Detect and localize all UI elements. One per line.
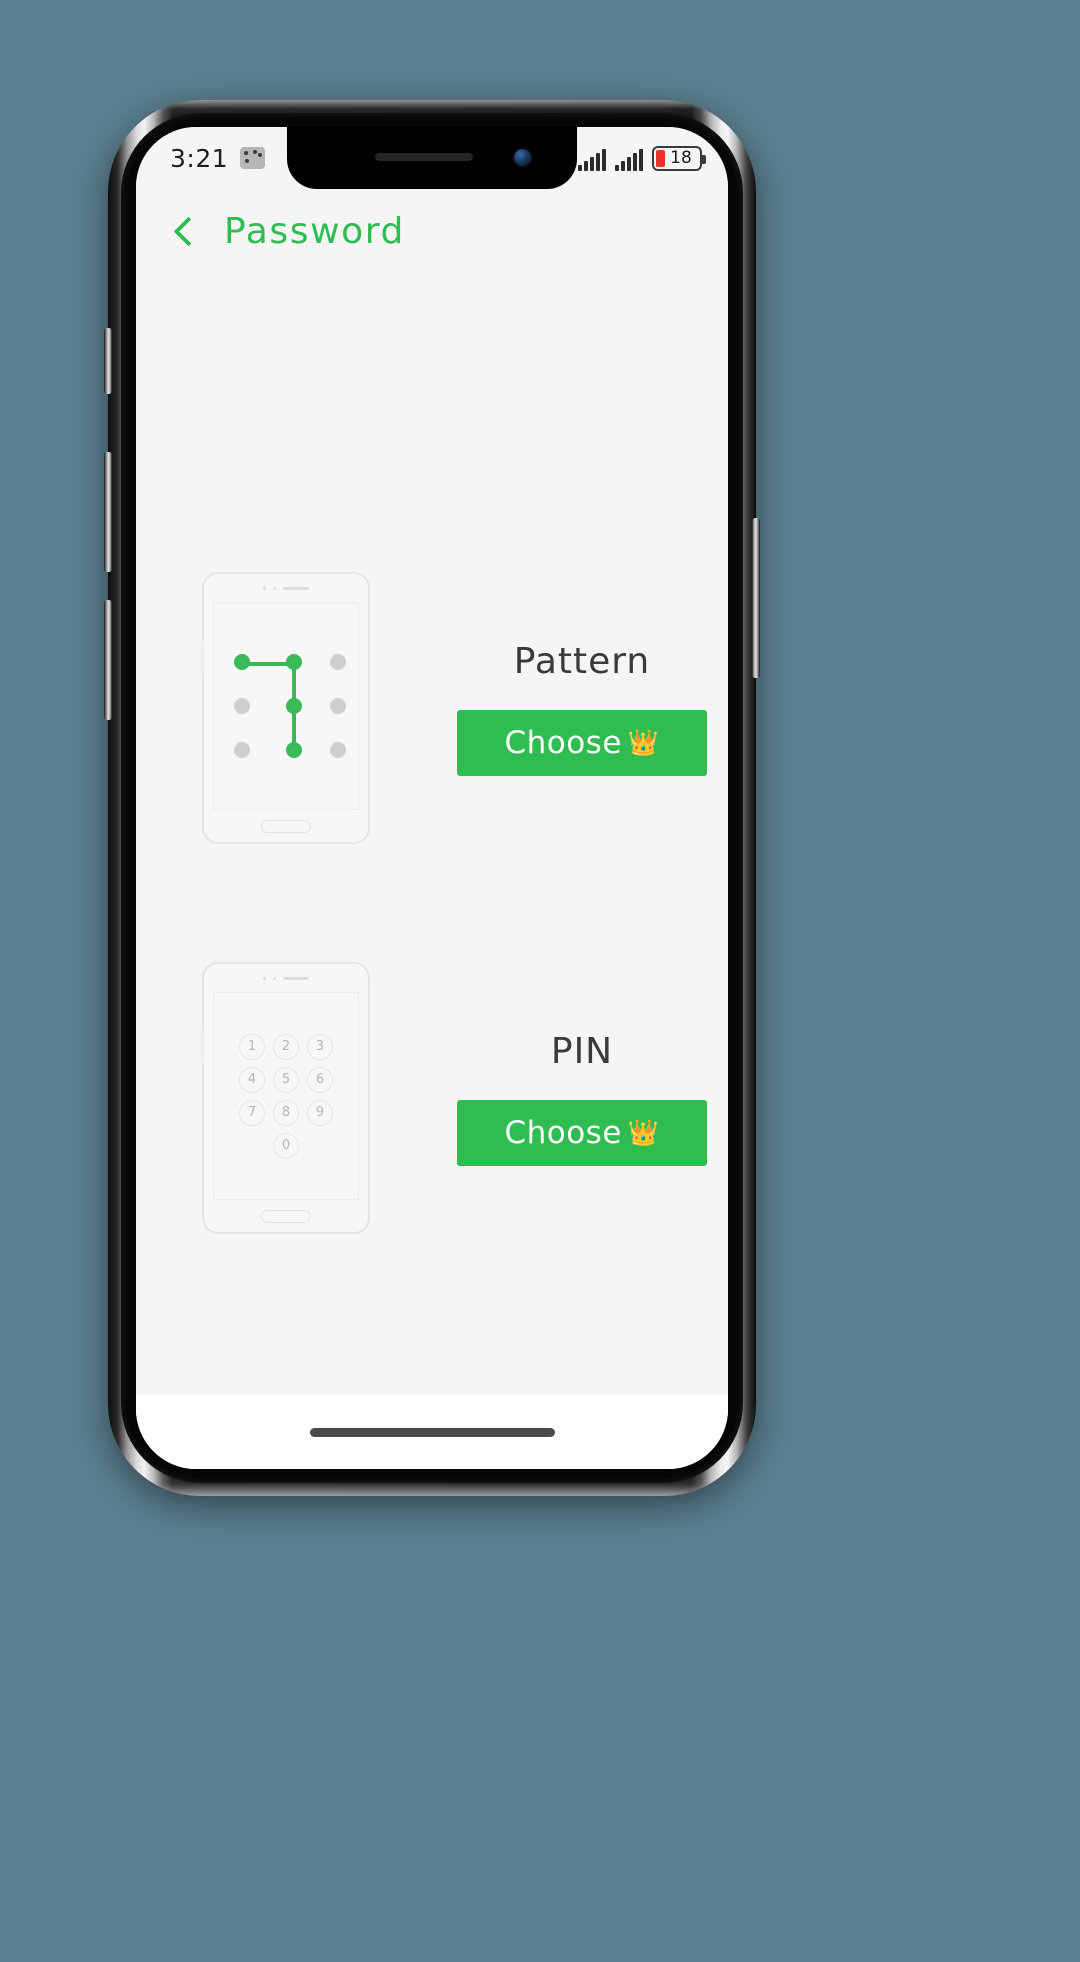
status-clock: 3:21 xyxy=(170,143,229,173)
earpiece-speaker-icon xyxy=(375,153,473,161)
home-indicator-bar[interactable] xyxy=(309,1427,555,1437)
device-screen: 3:21 18 Password Pattern Choose 👑 1 2 3 … xyxy=(136,127,728,1469)
pattern-dot-0 xyxy=(234,654,250,670)
pattern-dot-2 xyxy=(330,654,346,670)
pin-label: PIN xyxy=(550,1030,614,1072)
keypad-key-5: 5 xyxy=(273,1066,299,1093)
choose-pattern-label: Choose xyxy=(504,724,622,761)
pin-keypad-illustration: 1 2 3 4 5 6 7 8 9 0 xyxy=(201,962,370,1234)
option-row-pin: 1 2 3 4 5 6 7 8 9 0 PIN Choose 👑 xyxy=(136,953,728,1243)
keypad-row-2: 4 5 6 xyxy=(228,1066,344,1093)
keypad-key-2: 2 xyxy=(273,1033,299,1060)
mute-switch-button[interactable] xyxy=(104,328,112,394)
keypad-row-4: 0 xyxy=(228,1132,344,1159)
pattern-dot-1 xyxy=(286,654,302,670)
page-title: Password xyxy=(224,210,405,252)
keypad-key-4: 4 xyxy=(239,1066,265,1093)
keypad-key-0: 0 xyxy=(273,1132,299,1159)
mock-phone-top xyxy=(204,964,368,992)
mock-phone-screen xyxy=(213,602,359,810)
choose-pin-label: Choose xyxy=(504,1114,622,1151)
keypad-key-8: 8 xyxy=(273,1099,299,1126)
app-root: 3:21 18 Password Pattern Choose 👑 1 2 3 … xyxy=(136,127,728,1469)
pattern-dot-3 xyxy=(234,698,250,714)
signal-bars-icon-secondary xyxy=(615,148,643,171)
device-notch xyxy=(287,127,577,189)
crown-icon: 👑 xyxy=(627,728,660,757)
pattern-dot-8 xyxy=(330,742,346,758)
phone-device-mockup: 3:21 18 Password Pattern Choose 👑 1 2 3 … xyxy=(104,100,760,1496)
pattern-text-column: Pattern Choose 👑 xyxy=(436,641,728,776)
power-button[interactable] xyxy=(752,518,760,678)
mock-phone-top xyxy=(204,574,368,602)
volume-up-button[interactable] xyxy=(104,452,112,572)
pattern-dot-grid xyxy=(234,654,346,758)
keypad-key-6: 6 xyxy=(307,1066,333,1093)
choose-pin-button[interactable]: Choose 👑 xyxy=(457,1099,707,1166)
battery-percent-label: 18 xyxy=(670,148,692,168)
pattern-dot-7 xyxy=(286,742,302,758)
content-area: Pattern Choose 👑 1 2 3 4 5 6 7 8 9 0 PIN… xyxy=(136,273,728,1395)
keypad-key-1: 1 xyxy=(239,1033,265,1060)
app-bar: Password xyxy=(136,189,728,273)
keypad-row-3: 7 8 9 xyxy=(228,1099,344,1126)
option-row-pattern: Pattern Choose 👑 xyxy=(136,563,728,853)
crown-icon: 👑 xyxy=(627,1118,660,1147)
keypad-key-7: 7 xyxy=(239,1099,265,1126)
volume-down-button[interactable] xyxy=(104,600,112,720)
pattern-label: Pattern xyxy=(513,640,651,682)
pattern-lock-illustration xyxy=(201,572,370,844)
status-bar-left: 3:21 xyxy=(170,143,266,173)
battery-icon: 18 xyxy=(652,145,706,171)
keypad-key-3: 3 xyxy=(307,1033,333,1060)
choose-pattern-button[interactable]: Choose 👑 xyxy=(457,709,707,776)
back-chevron-icon[interactable] xyxy=(170,217,198,245)
front-camera-icon xyxy=(514,149,531,166)
mock-phone-home-button xyxy=(261,1200,311,1232)
pattern-dot-4 xyxy=(286,698,302,714)
home-indicator-area xyxy=(136,1395,728,1469)
pattern-illustration-column xyxy=(136,572,436,844)
mock-phone-home-button xyxy=(261,810,311,842)
page-backdrop: 3:21 18 Password Pattern Choose 👑 1 2 3 … xyxy=(0,0,1080,1962)
pin-text-column: PIN Choose 👑 xyxy=(436,1031,728,1166)
pattern-dot-6 xyxy=(234,742,250,758)
pin-illustration-column: 1 2 3 4 5 6 7 8 9 0 xyxy=(136,962,436,1234)
mock-phone-screen: 1 2 3 4 5 6 7 8 9 0 xyxy=(213,992,359,1200)
pattern-dot-5 xyxy=(330,698,346,714)
app-badge-icon xyxy=(240,147,266,169)
keypad-key-9: 9 xyxy=(307,1099,333,1126)
pin-keypad: 1 2 3 4 5 6 7 8 9 0 xyxy=(228,1033,344,1159)
keypad-row-1: 1 2 3 xyxy=(228,1033,344,1060)
status-bar-right: 18 xyxy=(578,145,706,171)
signal-bars-icon xyxy=(578,148,606,171)
